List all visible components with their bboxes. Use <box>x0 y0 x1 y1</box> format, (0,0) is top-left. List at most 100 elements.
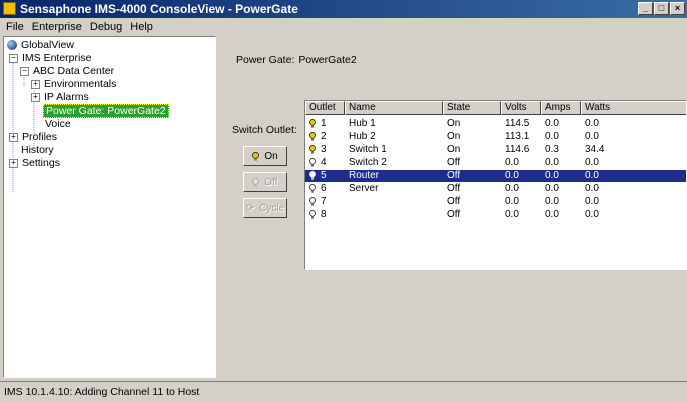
cell-volts: 0.0 <box>505 183 519 194</box>
status-text: IMS 10.1.4.10: Adding Channel 11 to Host <box>4 386 200 398</box>
cell-name <box>345 209 443 221</box>
cell-outlet: 5 <box>305 170 345 182</box>
cell-name: Router <box>349 170 380 181</box>
cell-name: Hub 1 <box>349 118 376 129</box>
table-row[interactable]: 3 Switch 1 On 114.6 0.3 34.4 <box>305 144 686 156</box>
cell-amps: 0.0 <box>545 183 559 194</box>
cell-outlet: 7 <box>305 196 345 208</box>
powergate-header: Power Gate: PowerGate2 <box>236 54 357 66</box>
cell-outlet: 4 <box>305 157 345 169</box>
cell-state: On <box>447 118 461 129</box>
cell-state: Off <box>447 183 461 194</box>
tree-voice[interactable]: Voice <box>45 118 71 130</box>
menu-enterprise[interactable]: Enterprise <box>28 21 86 33</box>
close-button[interactable]: × <box>670 2 685 15</box>
table-row[interactable]: 8 Off 0.0 0.0 0.0 <box>305 209 686 221</box>
bulb-on-icon <box>309 118 316 128</box>
column-name[interactable]: Name <box>345 101 443 115</box>
column-volts[interactable]: Volts <box>501 101 541 115</box>
bulb-on-icon <box>252 151 260 161</box>
collapse-icon[interactable]: − <box>20 66 29 76</box>
cell-volts: 114.5 <box>505 118 530 129</box>
menu-help[interactable]: Help <box>126 21 157 33</box>
cell-amps: 0.0 <box>545 209 559 220</box>
cell-name: Switch 2 <box>349 157 387 168</box>
tree-ims-enterprise[interactable]: − IMS Enterprise <box>9 52 91 64</box>
bulb-off-icon <box>309 196 316 206</box>
tree-abc-data-center[interactable]: − ABC Data Center <box>20 65 114 77</box>
menu-file[interactable]: File <box>0 21 28 33</box>
collapse-icon[interactable]: − <box>9 53 18 63</box>
cell-outlet: 2 <box>305 131 345 143</box>
table-row[interactable]: 4 Switch 2 Off 0.0 0.0 0.0 <box>305 157 686 169</box>
bulb-off-icon <box>309 183 316 193</box>
cell-amps: 0.0 <box>545 131 559 142</box>
bulb-off-icon <box>309 170 316 180</box>
switch-off-button[interactable]: Off <box>243 172 287 192</box>
expand-icon[interactable]: + <box>9 132 18 142</box>
minimize-button[interactable]: _ <box>638 2 653 15</box>
column-outlet[interactable]: Outlet <box>305 101 345 115</box>
tree-profiles[interactable]: + Profiles <box>9 131 57 143</box>
tree-history[interactable]: History <box>21 144 54 156</box>
cell-outlet: 8 <box>305 209 345 221</box>
cell-watts: 0.0 <box>585 183 599 194</box>
cell-name: Hub 2 <box>349 131 376 142</box>
tree-ip-alarms[interactable]: + IP Alarms <box>31 91 89 103</box>
bulb-off-icon <box>309 209 316 219</box>
table-row[interactable]: 5 Router Off 0.0 0.0 0.0 <box>305 170 686 182</box>
globe-icon <box>7 40 17 50</box>
cycle-icon: ⟳ <box>245 202 255 214</box>
expand-icon[interactable]: + <box>31 92 40 102</box>
expand-icon[interactable]: + <box>31 79 40 89</box>
expand-icon[interactable]: + <box>9 158 18 168</box>
tree-settings[interactable]: + Settings <box>9 157 60 169</box>
tree-globalview[interactable]: GlobalView <box>7 39 74 51</box>
status-bar: IMS 10.1.4.10: Adding Channel 11 to Host <box>0 381 687 402</box>
cell-name: Server <box>349 183 379 194</box>
menu-bar: File Enterprise Debug Help <box>0 18 687 35</box>
cell-watts: 0.0 <box>585 170 599 181</box>
bulb-on-icon <box>309 144 316 154</box>
cell-volts: 0.0 <box>505 209 519 220</box>
table-row[interactable]: 2 Hub 2 On 113.1 0.0 0.0 <box>305 131 686 143</box>
cell-name: Switch 1 <box>349 144 387 155</box>
table-row[interactable]: 6 Server Off 0.0 0.0 0.0 <box>305 183 686 195</box>
cell-watts: 0.0 <box>585 157 599 168</box>
cell-amps: 0.0 <box>545 157 559 168</box>
switch-cycle-button[interactable]: ⟳ Cycle <box>243 198 287 218</box>
window-title: Sensaphone IMS-4000 ConsoleView - PowerG… <box>20 2 298 16</box>
tree-power-gate[interactable]: Power Gate: PowerGate2 <box>43 104 169 118</box>
cell-volts: 113.1 <box>505 131 530 142</box>
menu-debug[interactable]: Debug <box>86 21 126 33</box>
table-row[interactable]: 7 Off 0.0 0.0 0.0 <box>305 196 686 208</box>
cell-watts: 0.0 <box>585 131 599 142</box>
cell-amps: 0.0 <box>545 118 559 129</box>
cell-outlet: 3 <box>305 144 345 156</box>
tree-environmentals[interactable]: + Environmentals <box>31 78 116 90</box>
column-watts[interactable]: Watts <box>581 101 686 115</box>
cell-amps: 0.0 <box>545 196 559 207</box>
navigation-tree[interactable]: GlobalView − IMS Enterprise − ABC Data C… <box>3 36 216 378</box>
column-amps[interactable]: Amps <box>541 101 581 115</box>
column-state[interactable]: State <box>443 101 501 115</box>
outlet-table[interactable]: Outlet Name State Volts Amps Watts 1 Hub … <box>304 100 687 270</box>
switch-on-button[interactable]: On <box>243 146 287 166</box>
cell-amps: 0.3 <box>545 144 559 155</box>
cell-watts: 34.4 <box>585 144 605 155</box>
title-bar: Sensaphone IMS-4000 ConsoleView - PowerG… <box>0 0 687 18</box>
powergate-panel: Power Gate: PowerGate2 Switch Outlet: On … <box>218 36 687 378</box>
cell-state: On <box>447 144 461 155</box>
switch-outlet-label: Switch Outlet: <box>232 124 297 136</box>
bulb-off-icon <box>309 157 316 167</box>
cell-state: On <box>447 131 461 142</box>
cell-watts: 0.0 <box>585 196 599 207</box>
maximize-button[interactable]: □ <box>654 2 669 15</box>
cell-state: Off <box>447 196 461 207</box>
cell-state: Off <box>447 170 461 181</box>
cell-outlet: 6 <box>305 183 345 195</box>
table-row[interactable]: 1 Hub 1 On 114.5 0.0 0.0 <box>305 118 686 130</box>
cell-volts: 0.0 <box>505 157 519 168</box>
cell-volts: 114.6 <box>505 144 530 155</box>
app-icon <box>3 2 16 15</box>
